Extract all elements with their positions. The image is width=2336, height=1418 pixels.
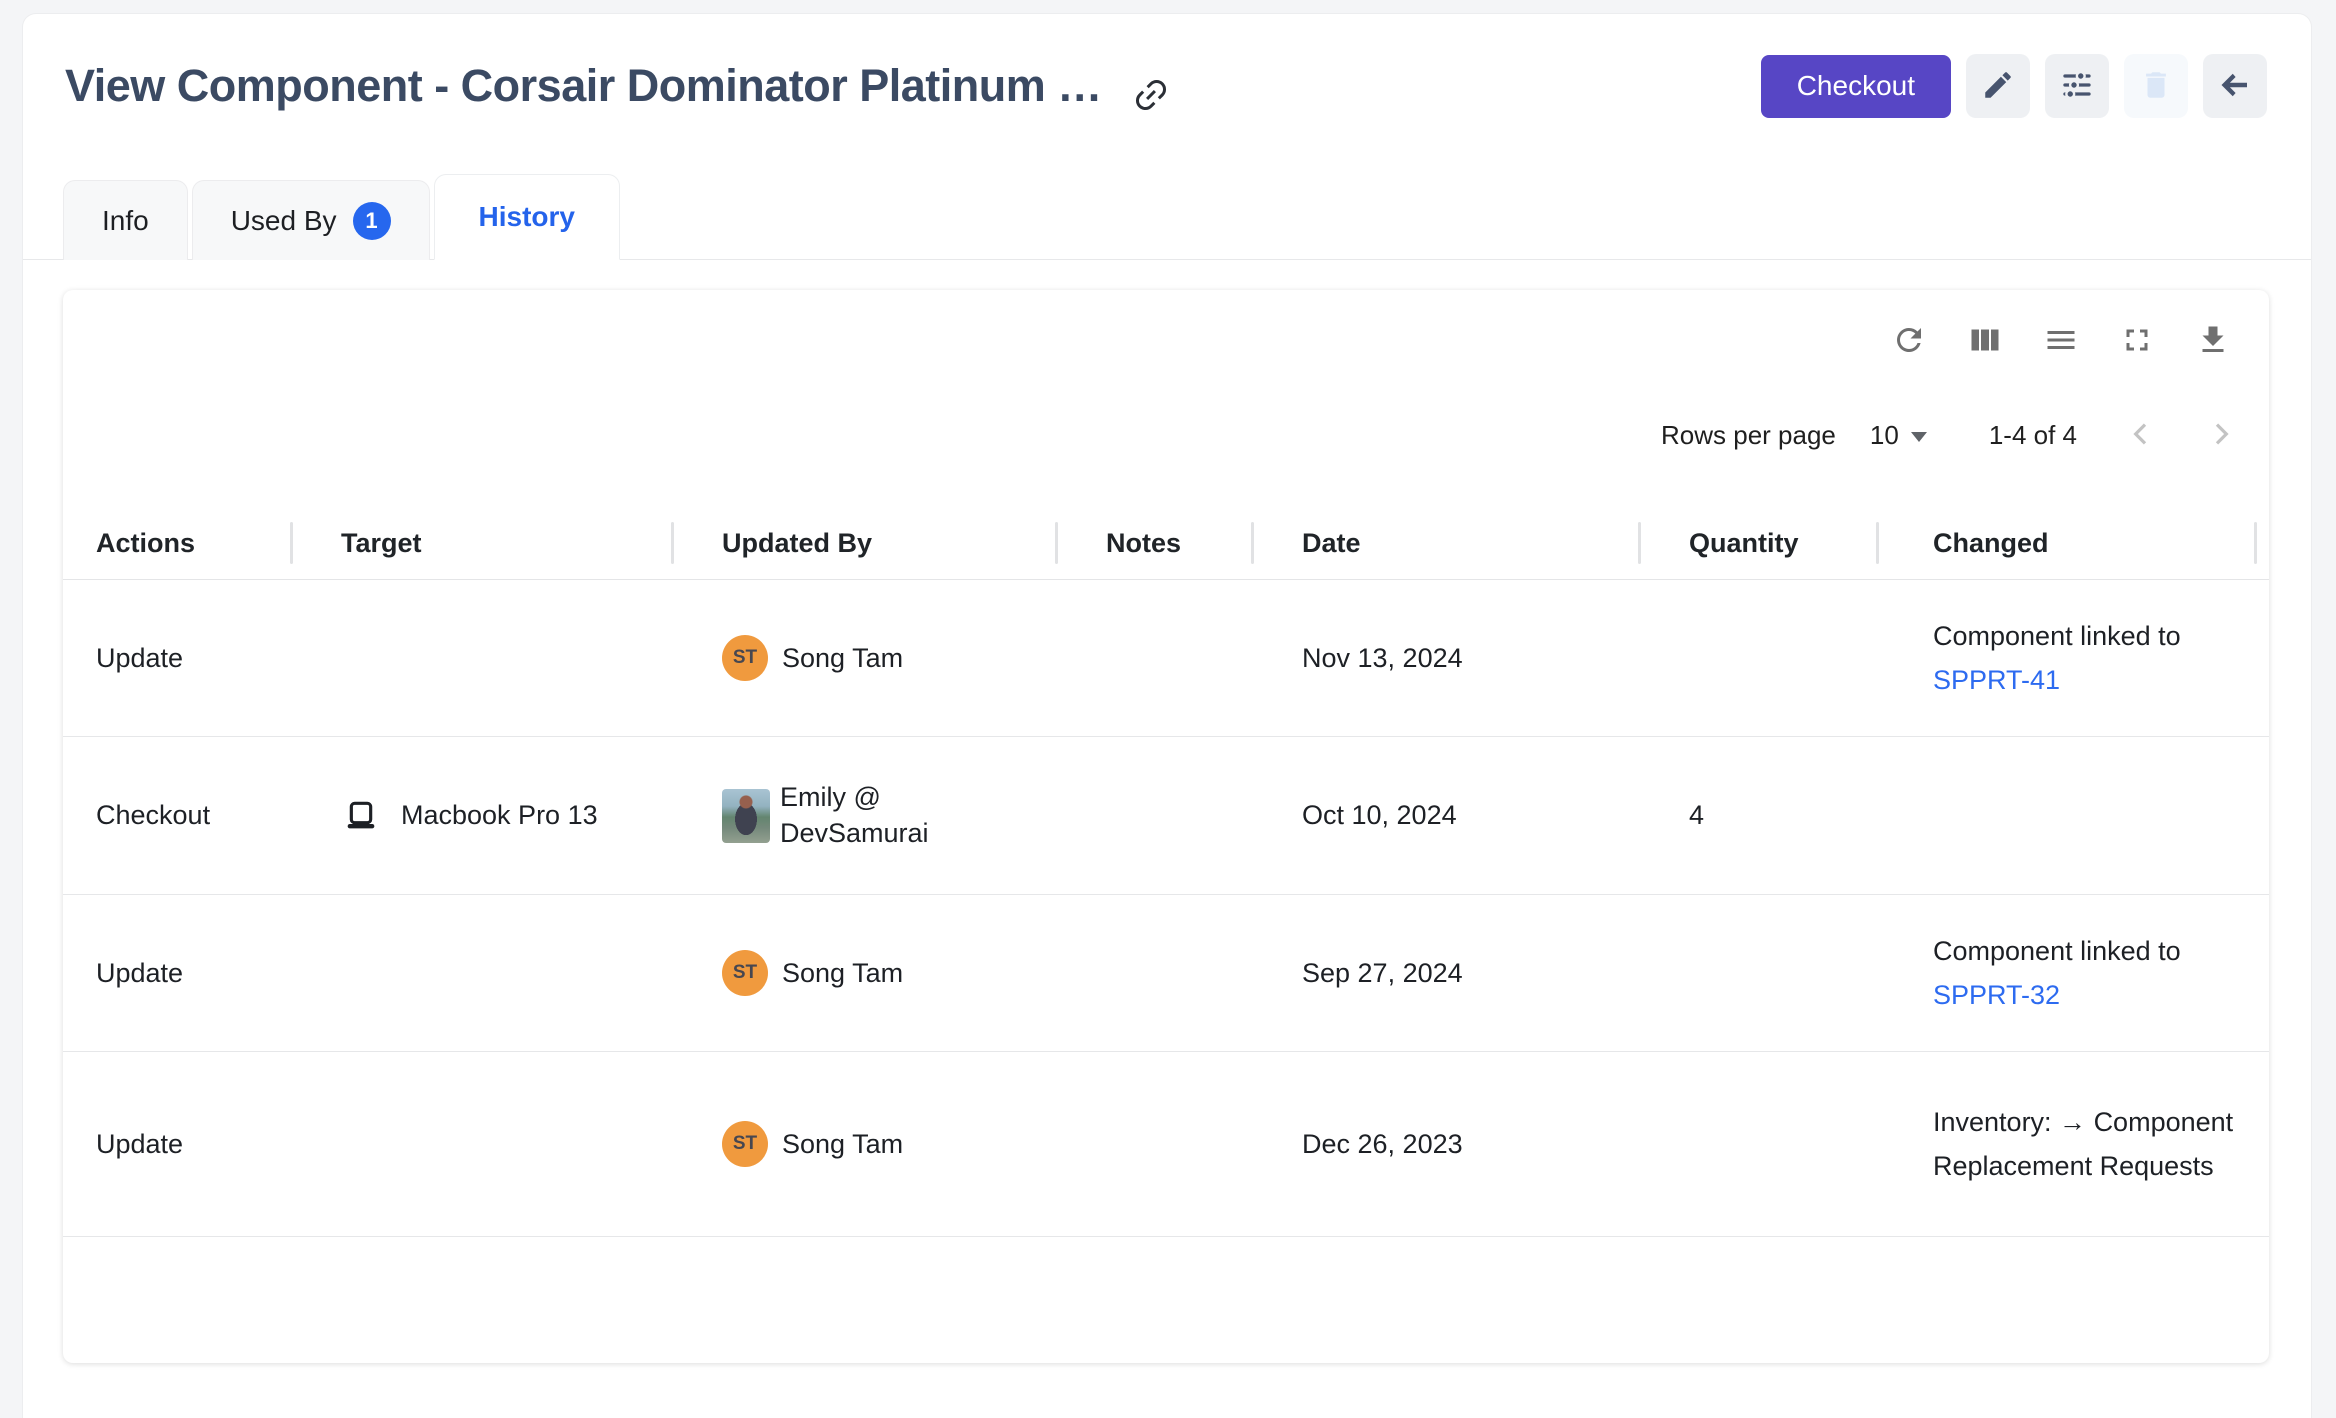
- columns-button[interactable]: [1967, 322, 2003, 361]
- download-icon: [2195, 322, 2231, 361]
- avatar-photo: [722, 789, 770, 843]
- cell-updated-by: Emily @ DevSamurai: [674, 780, 1058, 852]
- next-page-button[interactable]: [2199, 413, 2243, 457]
- page-header: View Component - Corsair Dominator Plati…: [23, 14, 2311, 118]
- arrow-left-icon: [2217, 67, 2253, 106]
- rows-per-page-value: 10: [1870, 420, 1899, 451]
- cell-quantity: 4: [1641, 800, 1879, 831]
- tab-info-label: Info: [102, 205, 149, 237]
- cell-date: Sep 27, 2024: [1254, 958, 1641, 989]
- table-header-row: Actions Target Updated By Notes Date Qua…: [63, 507, 2269, 580]
- column-header-actions[interactable]: Actions: [63, 507, 293, 579]
- tab-history-label: History: [479, 201, 575, 233]
- column-header-updated-by[interactable]: Updated By: [674, 507, 1058, 579]
- column-header-target[interactable]: Target: [293, 507, 674, 579]
- table-row: Checkout Macbook Pro 13 Emily @ DevSamur…: [63, 737, 2269, 895]
- rows-per-page-label: Rows per page: [1661, 420, 1836, 451]
- table-row: Update ST Song Tam Sep 27, 2024 Componen…: [63, 895, 2269, 1052]
- tab-bar: Info Used By 1 History: [23, 174, 2311, 260]
- tab-history[interactable]: History: [434, 174, 620, 260]
- laptop-icon: [341, 796, 381, 836]
- target-name: Macbook Pro 13: [401, 800, 598, 831]
- sliders-icon: [2059, 67, 2095, 106]
- previous-page-button[interactable]: [2119, 413, 2163, 457]
- caret-down-icon: [1911, 432, 1927, 442]
- tab-used-by-label: Used By: [231, 205, 337, 237]
- refresh-button[interactable]: [1891, 322, 1927, 361]
- tab-used-by[interactable]: Used By 1: [192, 180, 430, 260]
- cell-updated-by: ST Song Tam: [674, 635, 1058, 681]
- cell-changed: Component linked to SPPRT-41: [1879, 614, 2269, 702]
- column-header-changed[interactable]: Changed: [1879, 507, 2269, 579]
- permalink-icon[interactable]: [1132, 76, 1170, 114]
- cell-updated-by: ST Song Tam: [674, 1121, 1058, 1167]
- table-empty-space: [63, 1237, 2269, 1363]
- used-by-count-badge: 1: [353, 202, 391, 240]
- cell-updated-by: ST Song Tam: [674, 950, 1058, 996]
- column-header-notes[interactable]: Notes: [1058, 507, 1254, 579]
- updated-by-name: Emily @ DevSamurai: [780, 780, 930, 852]
- cell-date: Dec 26, 2023: [1254, 1129, 1641, 1160]
- cell-changed: Component linked to SPPRT-32: [1879, 929, 2269, 1017]
- grid-pagination: Rows per page 10 1-4 of 4: [63, 361, 2269, 457]
- settings-button[interactable]: [2045, 54, 2109, 118]
- table-row: Update ST Song Tam Dec 26, 2023 Inventor…: [63, 1052, 2269, 1237]
- download-button[interactable]: [2195, 322, 2231, 361]
- back-button[interactable]: [2203, 54, 2267, 118]
- column-header-quantity[interactable]: Quantity: [1641, 507, 1879, 579]
- pencil-icon: [1981, 68, 2015, 105]
- density-button[interactable]: [2043, 322, 2079, 361]
- changed-link[interactable]: SPPRT-32: [1933, 980, 2060, 1010]
- updated-by-name: Song Tam: [782, 1129, 903, 1160]
- cell-action: Update: [63, 643, 293, 674]
- changed-description: Inventory: → Component Replacement Reque…: [1933, 1100, 2245, 1188]
- checkout-button[interactable]: Checkout: [1761, 55, 1951, 118]
- avatar: ST: [722, 1121, 768, 1167]
- grid-toolbar: [63, 290, 2269, 361]
- density-icon: [2043, 322, 2079, 361]
- fullscreen-icon: [2119, 322, 2155, 361]
- cell-changed: Inventory: → Component Replacement Reque…: [1879, 1100, 2269, 1188]
- changed-link[interactable]: SPPRT-41: [1933, 665, 2060, 695]
- cell-date: Oct 10, 2024: [1254, 800, 1641, 831]
- columns-icon: [1967, 322, 2003, 361]
- cell-target: Macbook Pro 13: [293, 796, 674, 836]
- refresh-icon: [1891, 322, 1927, 361]
- chevron-right-icon: [2205, 418, 2237, 453]
- pagination-range: 1-4 of 4: [1989, 420, 2077, 451]
- fullscreen-button[interactable]: [2119, 322, 2155, 361]
- history-table-card: Rows per page 10 1-4 of 4 Actions Target…: [63, 290, 2269, 1363]
- column-header-date[interactable]: Date: [1254, 507, 1641, 579]
- chevron-left-icon: [2125, 418, 2157, 453]
- changed-description: Component linked to: [1933, 936, 2181, 966]
- trash-icon: [2139, 68, 2173, 105]
- header-actions: Checkout: [1761, 54, 2267, 118]
- cell-action: Update: [63, 958, 293, 989]
- table-row: Update ST Song Tam Nov 13, 2024 Componen…: [63, 580, 2269, 737]
- avatar: ST: [722, 950, 768, 996]
- cell-action: Checkout: [63, 800, 293, 831]
- main-panel: View Component - Corsair Dominator Plati…: [22, 13, 2312, 1418]
- tab-info[interactable]: Info: [63, 180, 188, 260]
- rows-per-page-select[interactable]: 10: [1870, 420, 1927, 451]
- updated-by-name: Song Tam: [782, 643, 903, 674]
- page-title: View Component - Corsair Dominator Plati…: [65, 60, 1102, 112]
- edit-button[interactable]: [1966, 54, 2030, 118]
- changed-description: Component linked to: [1933, 621, 2181, 651]
- updated-by-name: Song Tam: [782, 958, 903, 989]
- avatar: ST: [722, 635, 768, 681]
- cell-action: Update: [63, 1129, 293, 1160]
- delete-button[interactable]: [2124, 54, 2188, 118]
- cell-date: Nov 13, 2024: [1254, 643, 1641, 674]
